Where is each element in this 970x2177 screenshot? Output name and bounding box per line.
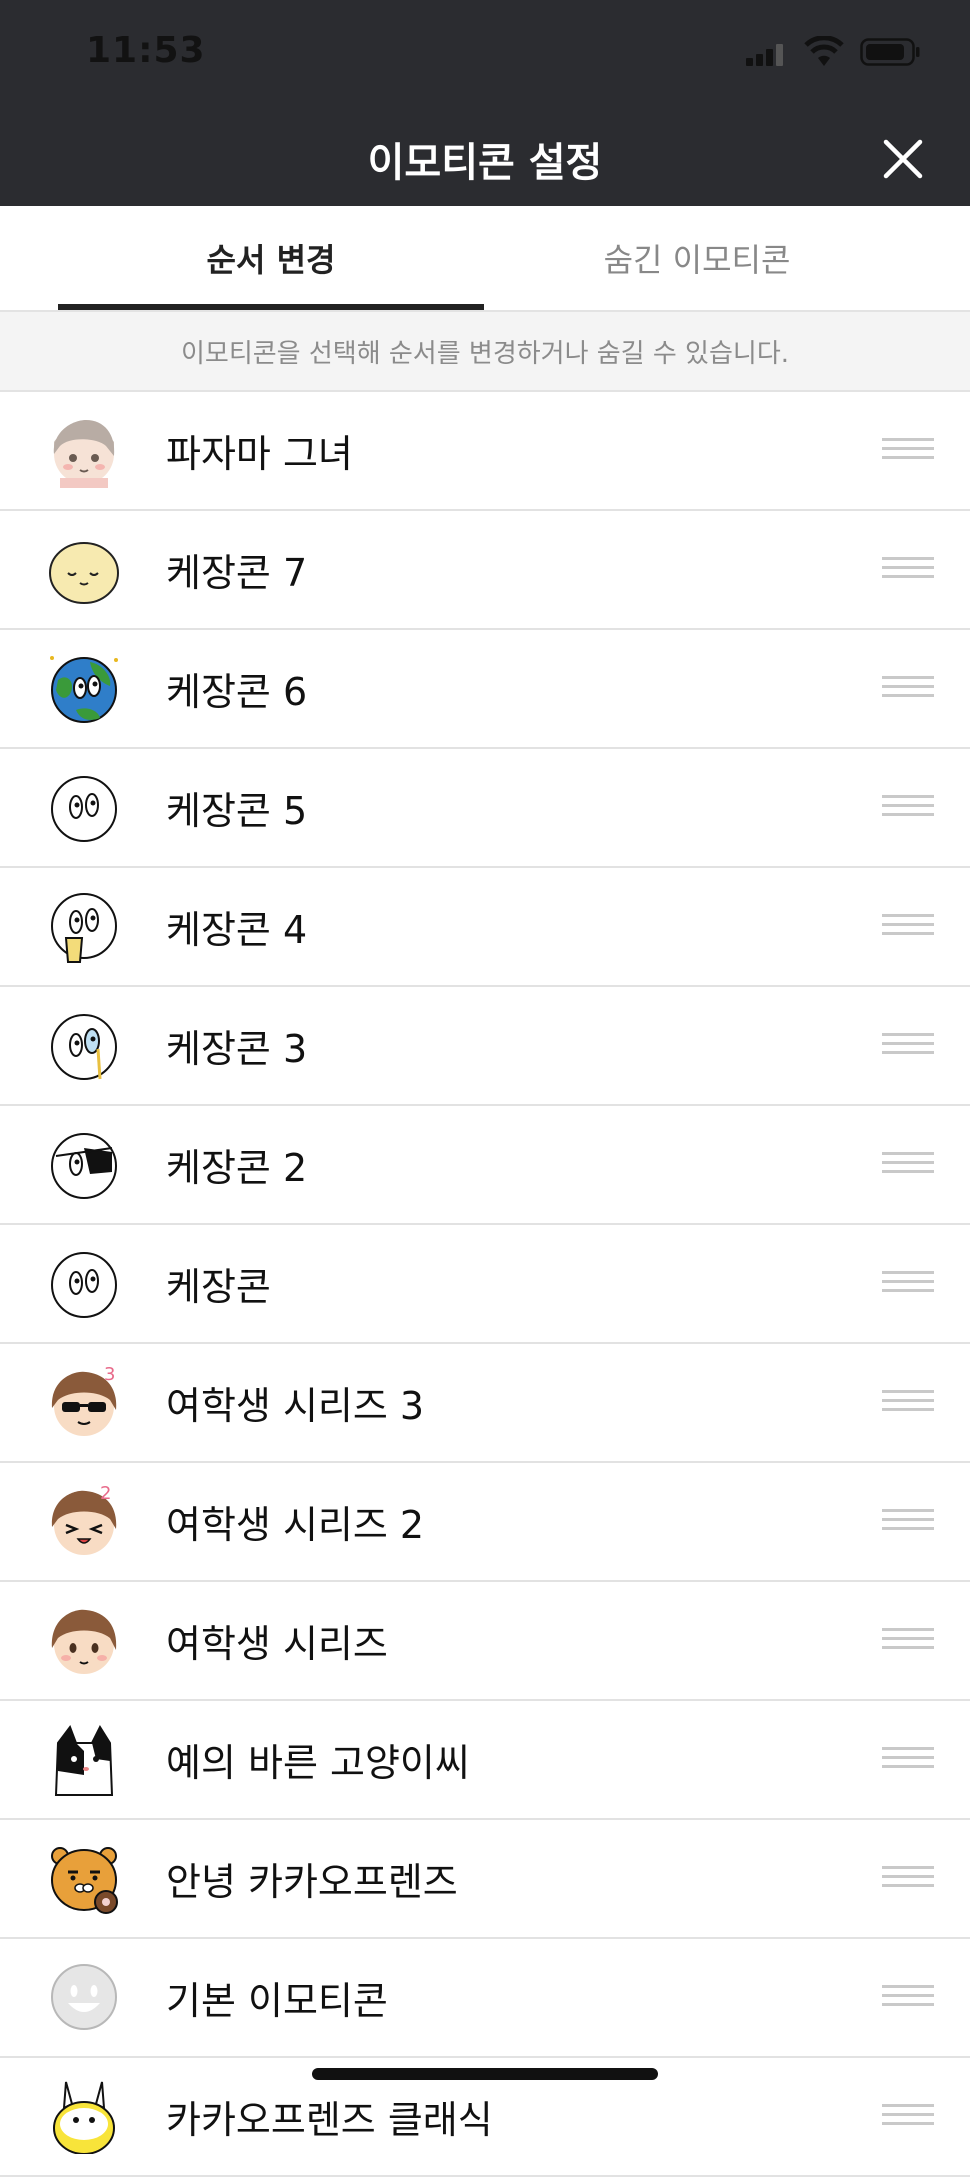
emoticon-row[interactable]: 케장콘 4 xyxy=(0,868,970,987)
emoticon-name: 기본 이모티콘 xyxy=(166,1979,388,2023)
kejang-eyepatch-icon xyxy=(51,1133,117,1199)
close-icon xyxy=(883,139,923,179)
emoticon-list: 파자마 그녀케장콘 7 케장콘 6 케장콘 5 케장콘 4 케장콘 3 케장콘 2 케장콘 3… xyxy=(0,392,970,2177)
emoticon-row[interactable]: 케장콘 5 xyxy=(0,749,970,868)
smiley-icon xyxy=(51,1964,117,2030)
drag-handle-icon[interactable] xyxy=(882,1271,934,1297)
earth-face-icon xyxy=(50,656,118,723)
home-indicator xyxy=(312,2068,658,2080)
emoticon-name: 케장콘 4 xyxy=(166,908,308,952)
emoticon-name: 예의 바른 고양이씨 xyxy=(166,1741,470,1785)
yellow-blob-icon xyxy=(49,542,119,604)
battery-icon xyxy=(860,38,920,66)
emoticon-name: 여학생 시리즈 2 xyxy=(166,1503,425,1547)
tab-bar: 순서 변경 숨긴 이모티콘 xyxy=(0,206,970,312)
close-button[interactable] xyxy=(874,130,932,188)
emoticon-row[interactable]: 3 여학생 시리즈 3 xyxy=(0,1344,970,1463)
emoticon-name: 케장콘 6 xyxy=(166,670,308,714)
emoticon-row[interactable]: 2 여학생 시리즈 2 xyxy=(0,1463,970,1582)
emoticon-row[interactable]: 파자마 그녀 xyxy=(0,392,970,511)
drag-handle-icon[interactable] xyxy=(882,795,934,821)
drag-handle-icon[interactable] xyxy=(882,438,934,464)
drag-handle-icon[interactable] xyxy=(882,1509,934,1535)
drag-handle-icon[interactable] xyxy=(882,557,934,583)
drag-handle-icon[interactable] xyxy=(882,1033,934,1059)
cat-icon xyxy=(54,1724,114,1796)
drag-handle-icon[interactable] xyxy=(882,914,934,940)
emoticon-name: 케장콘 5 xyxy=(166,789,308,833)
emoticon-name: 여학생 시리즈 xyxy=(166,1622,388,1666)
schoolgirl-icon xyxy=(51,1609,117,1674)
schoolgirl-sunglasses-icon: 3 xyxy=(51,1364,117,1436)
tab-reorder[interactable]: 순서 변경 xyxy=(58,206,484,310)
cellular-signal-icon xyxy=(746,44,783,66)
drag-handle-icon[interactable] xyxy=(882,1152,934,1178)
emoticon-row[interactable]: 케장콘 3 xyxy=(0,987,970,1106)
ryan-icon xyxy=(51,1847,118,1914)
kejang-face-icon xyxy=(51,1252,117,1318)
muzi-icon xyxy=(53,2081,115,2154)
emoticon-name: 파자마 그녀 xyxy=(166,432,353,476)
notice-text: 이모티콘을 선택해 순서를 변경하거나 숨길 수 있습니다. xyxy=(0,312,970,392)
emoticon-row[interactable]: 여학생 시리즈 xyxy=(0,1582,970,1701)
svg-text:3: 3 xyxy=(104,1364,115,1385)
emoticon-name: 케장콘 7 xyxy=(166,551,308,595)
emoticon-row[interactable]: 케장콘 2 xyxy=(0,1106,970,1225)
svg-text:2: 2 xyxy=(100,1483,111,1504)
active-tab-indicator xyxy=(58,304,484,310)
emoticon-name: 케장콘 3 xyxy=(166,1027,308,1071)
emoticon-name: 케장콘 xyxy=(166,1265,271,1309)
emoticon-row[interactable]: 케장콘 7 xyxy=(0,511,970,630)
emoticon-name: 안녕 카카오프렌즈 xyxy=(166,1860,458,1904)
drag-handle-icon[interactable] xyxy=(882,1390,934,1416)
kejang-face-icon xyxy=(51,776,117,842)
page-title: 이모티콘 설정 xyxy=(367,140,603,186)
header: 이모티콘 설정 xyxy=(0,106,970,206)
emoticon-row[interactable]: 예의 바른 고양이씨 xyxy=(0,1701,970,1820)
emoticon-row[interactable]: 안녕 카카오프렌즈 xyxy=(0,1820,970,1939)
drag-handle-icon[interactable] xyxy=(882,1628,934,1654)
kejang-tear-icon xyxy=(51,1014,117,1080)
emoticon-row[interactable]: 기본 이모티콘 xyxy=(0,1939,970,2058)
tab-hidden-emoticons[interactable]: 숨긴 이모티콘 xyxy=(484,206,910,310)
emoticon-name: 여학생 시리즈 3 xyxy=(166,1384,425,1428)
wifi-icon xyxy=(804,36,844,66)
emoticon-row[interactable]: 케장콘 xyxy=(0,1225,970,1344)
kejang-cup-icon xyxy=(51,893,117,963)
drag-handle-icon[interactable] xyxy=(882,2104,934,2130)
drag-handle-icon[interactable] xyxy=(882,676,934,702)
drag-handle-icon[interactable] xyxy=(882,1866,934,1892)
drag-handle-icon[interactable] xyxy=(882,1747,934,1773)
emoticon-name: 케장콘 2 xyxy=(166,1146,308,1190)
emoticon-row[interactable]: 케장콘 6 xyxy=(0,630,970,749)
schoolgirl-wink-icon: 2 xyxy=(51,1483,117,1555)
pajama-girl-icon xyxy=(53,420,115,488)
drag-handle-icon[interactable] xyxy=(882,1985,934,2011)
status-bar: 11:53 xyxy=(0,0,970,106)
status-time: 11:53 xyxy=(86,30,206,71)
